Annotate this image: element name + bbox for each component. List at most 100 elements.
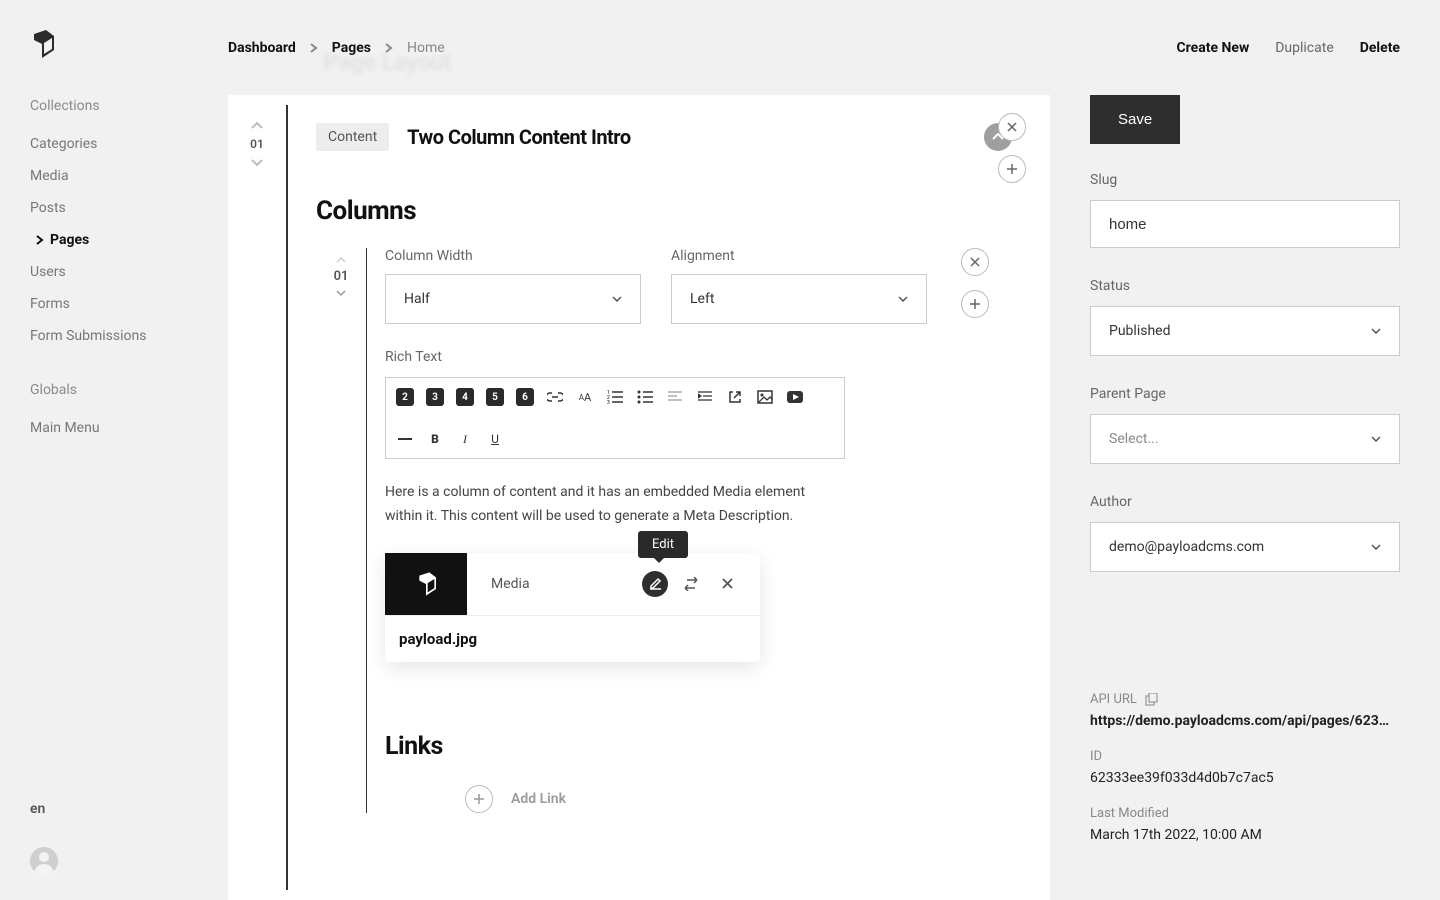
svg-text:3: 3 [607,400,610,404]
sidebar-item-categories[interactable]: Categories [30,128,228,160]
external-link-icon[interactable] [726,388,744,406]
sidebar-item-media[interactable]: Media [30,160,228,192]
chevron-down-icon [1371,328,1381,334]
sidebar: Collections Categories Media Posts Pages… [0,0,228,900]
remove-media-button[interactable] [714,571,740,597]
block-index-strip: 01 [228,95,286,900]
slug-input[interactable] [1090,200,1400,248]
copy-icon[interactable] [1145,693,1158,706]
h5-icon[interactable]: 5 [486,388,504,406]
media-thumbnail [385,553,467,615]
columns-heading: Columns [316,196,1022,226]
column-controls [961,248,989,318]
last-modified-label: Last Modified [1090,806,1400,821]
h2-icon[interactable]: 2 [396,388,414,406]
plus-icon [969,298,981,310]
author-label: Author [1090,494,1400,510]
link-icon[interactable] [546,388,564,406]
image-icon[interactable] [756,388,774,406]
meta-block: API URL https://demo.payloadcms.com/api/… [1090,692,1400,843]
sidebar-item-form-submissions[interactable]: Form Submissions [30,320,228,352]
video-icon[interactable] [786,388,804,406]
links-heading: Links [385,732,927,761]
alignment-select[interactable]: Left [671,274,927,324]
plus-icon [1006,163,1018,175]
indent-icon[interactable] [696,388,714,406]
block-move-up-icon[interactable] [251,113,263,137]
parent-page-label: Parent Page [1090,386,1400,402]
nav-group-label: Collections [30,98,228,114]
swap-icon [683,577,699,591]
delete-link[interactable]: Delete [1360,40,1400,56]
nav-group-collections: Collections Categories Media Posts Pages… [30,98,228,352]
slug-label: Slug [1090,172,1400,188]
create-new-link[interactable]: Create New [1177,40,1250,56]
chevron-right-icon [385,43,393,53]
plus-icon [473,793,485,805]
api-url-value: https://demo.payloadcms.com/api/pages/62… [1090,713,1390,729]
italic-icon[interactable]: I [456,430,474,448]
breadcrumb-dashboard[interactable]: Dashboard [228,40,296,56]
richtext-content[interactable]: Here is a column of content and it has a… [385,481,845,529]
id-value: 62333ee39f033d4d0b7c7ac5 [1090,770,1390,786]
richtext-label: Rich Text [385,349,927,365]
breadcrumb: Dashboard Pages Home [228,40,445,56]
language-toggle[interactable]: en [30,801,58,817]
block-title: Two Column Content Intro [407,125,630,149]
align-left-icon[interactable] [666,388,684,406]
h6-icon[interactable]: 6 [516,388,534,406]
media-embed-card: Media Edit [385,553,760,662]
column-block: 01 [316,248,1022,813]
avatar[interactable] [30,847,58,875]
sidebar-item-users[interactable]: Users [30,256,228,288]
h3-icon[interactable]: 3 [426,388,444,406]
underline-icon[interactable]: U [486,430,504,448]
block-type-chip: Content [316,123,389,151]
breadcrumb-pages[interactable]: Pages [332,40,371,56]
column-move-down-icon[interactable] [336,284,346,303]
hr-icon[interactable] [396,430,414,448]
add-column-button[interactable] [961,290,989,318]
font-size-icon[interactable]: AA [576,388,594,406]
close-icon [1007,122,1017,132]
edit-media-button[interactable] [642,571,668,597]
media-actions: Edit [642,571,760,597]
block-index: 01 [250,137,264,151]
sidebar-item-main-menu[interactable]: Main Menu [30,412,228,444]
add-block-button[interactable] [998,155,1026,183]
bold-icon[interactable]: B [426,430,444,448]
remove-column-button[interactable] [961,248,989,276]
sidebar-item-forms[interactable]: Forms [30,288,228,320]
add-link-button[interactable] [465,785,493,813]
parent-page-select[interactable]: Select... [1090,414,1400,464]
column-width-select[interactable]: Half [385,274,641,324]
column-move-up-icon[interactable] [336,250,346,269]
close-icon [722,578,733,589]
block-content: Content Two Column Content Intro Columns… [288,95,1050,900]
api-url-label: API URL [1090,692,1137,707]
header: Dashboard Pages Home Create New Duplicat… [228,0,1440,95]
sidebar-item-posts[interactable]: Posts [30,192,228,224]
richtext-toolbar: 2 3 4 5 6 AA 123 [385,377,845,459]
column-width-label: Column Width [385,248,641,264]
block-header-row: Content Two Column Content Intro [316,123,1022,151]
status-select[interactable]: Published [1090,306,1400,356]
ordered-list-icon[interactable]: 123 [606,388,624,406]
swap-media-button[interactable] [678,571,704,597]
sidebar-footer: en [30,801,58,875]
logo [30,30,228,58]
h4-icon[interactable]: 4 [456,388,474,406]
save-button[interactable]: Save [1090,95,1180,144]
unordered-list-icon[interactable] [636,388,654,406]
column-body: Column Width Half Alignment Left [367,248,927,813]
author-select[interactable]: demo@payloadcms.com [1090,522,1400,572]
block-move-down-icon[interactable] [251,151,263,175]
status-label: Status [1090,278,1400,294]
add-link-row: Add Link [465,785,927,813]
header-actions: Create New Duplicate Delete [1177,40,1400,56]
remove-block-button[interactable] [998,113,1026,141]
chevron-down-icon [898,296,908,302]
duplicate-link[interactable]: Duplicate [1275,40,1334,56]
nav-group-label: Globals [30,382,228,398]
sidebar-item-pages[interactable]: Pages [30,224,228,256]
